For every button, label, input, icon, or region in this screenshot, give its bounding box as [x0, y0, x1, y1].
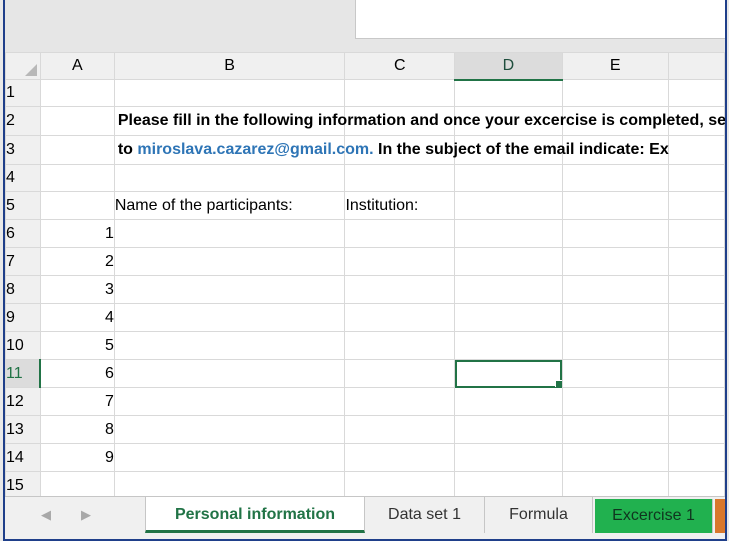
participant-number[interactable]: 3	[39, 275, 115, 304]
row-header-4[interactable]: 4	[5, 164, 41, 192]
tab-personal-information[interactable]: Personal information	[145, 497, 365, 533]
row-header-11[interactable]: 11	[5, 359, 42, 388]
instruction-text-line-1: Please fill in the following information…	[117, 112, 725, 129]
worksheet-grid: A B C D E 1 2 Please fill in the followi…	[5, 52, 725, 496]
cell-b5-participants-label[interactable]: Name of the participants:	[113, 191, 346, 220]
instruction-text-line-2: to miroslava.cazarez@gmail.com. In the s…	[118, 141, 669, 159]
cell-c5-institution-label[interactable]: Institution:	[344, 191, 456, 220]
column-header-e[interactable]: E	[561, 52, 669, 80]
column-header-b[interactable]: B	[113, 52, 346, 80]
participant-number[interactable]: 1	[39, 219, 115, 248]
tab-data-set-1[interactable]: Data set 1	[365, 497, 485, 533]
row-header-3[interactable]: 3	[5, 135, 41, 165]
cell-b3[interactable]: to miroslava.cazarez@gmail.com. In the s…	[113, 135, 669, 165]
participant-number[interactable]: 8	[39, 415, 115, 444]
selected-cell-d11[interactable]	[454, 359, 563, 388]
participant-number[interactable]: 7	[39, 387, 115, 416]
participant-number[interactable]: 4	[39, 303, 115, 332]
select-all-corner[interactable]	[5, 52, 41, 80]
row-header-8[interactable]: 8	[5, 275, 41, 304]
participant-number[interactable]: 5	[39, 331, 115, 360]
row-header-14[interactable]: 14	[5, 443, 41, 472]
instruction-suffix: In the subject of the email indicate: Ex	[373, 141, 669, 158]
prev-sheet-icon[interactable]: ◀	[41, 507, 51, 523]
instruction-prefix: to	[117, 141, 138, 158]
participant-number[interactable]: 6	[39, 359, 115, 388]
tab-excercise-1[interactable]: Excercise 1	[595, 499, 713, 533]
column-header-a[interactable]: A	[39, 52, 115, 80]
participant-number[interactable]: 9	[39, 443, 115, 472]
next-sheet-icon[interactable]: ▶	[81, 507, 91, 523]
row-header-5[interactable]: 5	[5, 191, 41, 220]
fill-handle[interactable]	[554, 380, 562, 387]
column-header-f[interactable]	[667, 52, 725, 80]
tab-formula[interactable]: Formula	[485, 497, 593, 533]
row-header-12[interactable]: 12	[5, 387, 41, 416]
email-link[interactable]: miroslava.cazarez@gmail.com.	[137, 141, 373, 158]
formula-bar-input[interactable]	[355, 0, 725, 39]
row-header-15[interactable]: 15	[5, 471, 41, 496]
participant-number[interactable]: 2	[39, 247, 115, 276]
row-header-10[interactable]: 10	[5, 331, 41, 360]
ribbon-area	[5, 0, 725, 53]
column-header-c[interactable]: C	[344, 52, 456, 80]
cell-b2[interactable]: Please fill in the following information…	[113, 106, 725, 136]
row-header-6[interactable]: 6	[5, 219, 41, 248]
tab-next-hidden[interactable]	[715, 499, 725, 533]
row-header-1[interactable]: 1	[5, 79, 41, 107]
row-header-9[interactable]: 9	[5, 303, 41, 332]
sheet-tab-bar: ◀ ▶ Personal information Data set 1 Form…	[5, 496, 725, 539]
row-header-13[interactable]: 13	[5, 415, 41, 444]
row-header-7[interactable]: 7	[5, 247, 41, 276]
spreadsheet-window: A B C D E 1 2 Please fill in the followi…	[3, 0, 727, 541]
row-header-2[interactable]: 2	[5, 106, 41, 136]
column-header-d[interactable]: D	[454, 52, 563, 81]
